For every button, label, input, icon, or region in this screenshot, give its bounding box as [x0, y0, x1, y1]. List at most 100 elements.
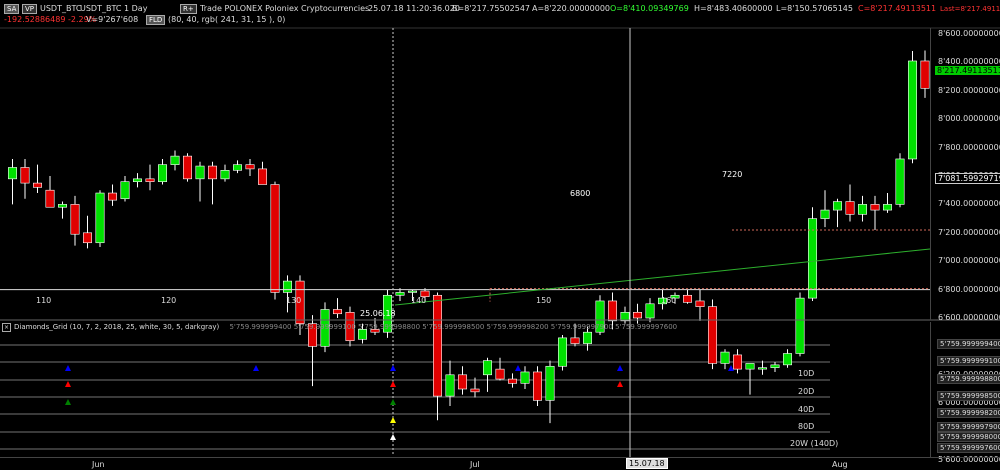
diamond-marker	[253, 365, 259, 371]
row-label-20w: 20W (140D)	[790, 439, 839, 448]
bearish-candle	[920, 60, 930, 89]
bearish-candle	[45, 189, 55, 208]
candlestick-series	[8, 50, 930, 424]
bearish-candle	[695, 300, 705, 307]
indicator-values: 5'759.999999400 5'759.999999100 5'759.99…	[229, 323, 678, 331]
bullish-candle	[395, 292, 405, 296]
price-axis-label: 8'000.00000000	[938, 114, 1000, 124]
indicator-axis-label: 5'759.999999400	[937, 339, 1000, 349]
price-axis-label: 6'800.00000000	[938, 284, 1000, 294]
bearish-candle	[457, 374, 467, 390]
bullish-candle	[120, 181, 130, 200]
indicator-axis-label: 5'759.999997600	[937, 443, 1000, 453]
diamond-marker	[65, 381, 71, 387]
chart-overlays	[0, 27, 1000, 460]
indicator-axis-label: 5'759.999998200	[937, 408, 1000, 418]
bar-number-label: 140	[411, 296, 427, 305]
diamond-marker	[617, 365, 623, 371]
indicator-grid	[0, 344, 830, 450]
bullish-candle	[757, 367, 767, 370]
bullish-candle	[782, 353, 792, 366]
indicator-axis[interactable]: 5'759.999999400 5'759.999999100 5'759.99…	[930, 322, 1000, 457]
row-label-20d: 20D	[798, 387, 815, 396]
indicator-axis-label: 5'759.999999100	[937, 356, 1000, 366]
close-icon[interactable]: ×	[2, 323, 11, 332]
bearish-candle	[432, 294, 442, 397]
bullish-candle	[482, 360, 492, 376]
diamond-marker	[65, 399, 71, 405]
bar-number-label: 160	[661, 296, 677, 305]
bearish-candle	[570, 337, 580, 344]
bearish-candle	[245, 164, 255, 170]
bullish-candle	[820, 209, 830, 219]
bearish-candle	[83, 232, 93, 244]
bearish-candle	[145, 178, 155, 182]
bullish-candle	[233, 164, 243, 171]
indicator-axis-label: 5'759.999998500	[937, 391, 1000, 401]
bearish-candle	[108, 192, 118, 201]
bearish-candle	[845, 201, 855, 215]
bullish-candle	[170, 155, 180, 165]
bearish-candle	[332, 309, 342, 315]
row-label-10d: 10D	[798, 369, 815, 378]
bearish-candle	[257, 168, 267, 185]
bearish-candle	[607, 300, 617, 322]
bearish-candle	[270, 184, 280, 293]
bullish-candle	[720, 351, 730, 364]
bullish-candle	[907, 60, 917, 160]
crosshair-date-label: 25.06.18	[360, 309, 396, 318]
current-price-tag: 8'217.49113511	[935, 66, 1000, 75]
bearish-candle	[532, 371, 542, 401]
indicator-params: Diamonds_Grid (10, 7, 2, 2018, 25, white…	[14, 323, 220, 331]
price-axis[interactable]: 8'600.00000000 8'400.00000000 8'200.000000…	[930, 28, 1000, 464]
bullish-candle	[158, 164, 168, 182]
row-label-40d: 40D	[798, 405, 815, 414]
bearish-candle	[707, 306, 717, 364]
bullish-candle	[895, 158, 905, 205]
bullish-candle	[557, 337, 567, 367]
bearish-candle	[70, 204, 80, 235]
price-axis-label: 8'600.00000000	[938, 29, 1000, 38]
price-axis-label: 8'200.00000000	[938, 85, 1000, 95]
crosshair-price-tag: 7'081.59929719	[935, 173, 1000, 184]
crosshair-date-tag: 15.07.18	[626, 458, 668, 469]
date-label-jul: Jul	[470, 460, 480, 469]
diamond-marker	[390, 434, 396, 440]
bearish-candle	[732, 354, 742, 370]
row-label-80d: 80D	[798, 422, 815, 431]
diamond-marker	[515, 365, 521, 371]
indicator-axis-label: 5'759.999998800	[937, 374, 1000, 384]
bullish-candle	[807, 218, 817, 299]
price-axis-label: 6'600.00000000	[938, 313, 1000, 322]
bullish-candle	[832, 201, 842, 211]
indicator-header: × Diamonds_Grid (10, 7, 2, 2018, 25, whit…	[0, 322, 930, 334]
price-axis-label: 7'000.00000000	[938, 256, 1000, 266]
bullish-candle	[882, 204, 892, 211]
bullish-candle	[445, 374, 455, 397]
bullish-candle	[282, 280, 292, 293]
bullish-candle	[195, 165, 205, 180]
price-chart[interactable]	[0, 0, 1000, 469]
diamond-marker	[65, 365, 71, 371]
bar-number-label: 120	[161, 296, 177, 305]
diamond-marker	[617, 381, 623, 387]
bearish-candle	[632, 312, 642, 319]
date-label-aug: Aug	[832, 460, 848, 469]
diamond-marker	[390, 399, 396, 405]
diamond-marker	[390, 365, 396, 371]
bullish-candle	[8, 167, 17, 180]
date-axis[interactable]: Jun Jul Aug 15.07.18	[0, 457, 1000, 470]
bullish-candle	[645, 303, 655, 319]
bar-number-label: 110	[36, 296, 52, 305]
level-7220-label: 7220	[722, 170, 743, 179]
bullish-candle	[770, 364, 780, 368]
bearish-candle	[470, 388, 480, 393]
bearish-candle	[682, 294, 692, 303]
date-label-jun: Jun	[92, 460, 105, 469]
indicator-axis-label: 5'759.999998000	[937, 432, 1000, 442]
price-axis-label: 7'800.00000000	[938, 142, 1000, 152]
level-6800-label: 6800	[570, 189, 591, 198]
bearish-candle	[507, 378, 517, 384]
bullish-candle	[57, 204, 67, 208]
bearish-candle	[495, 368, 505, 380]
